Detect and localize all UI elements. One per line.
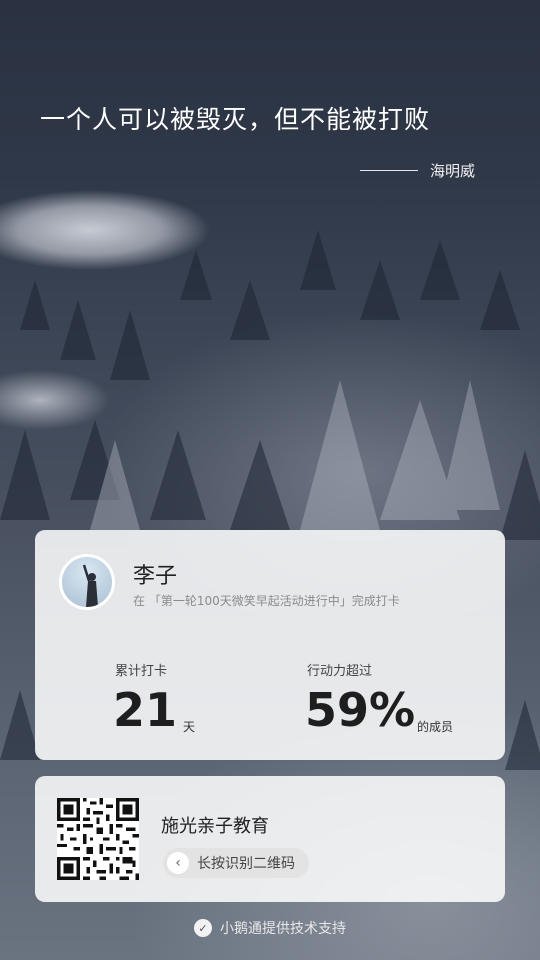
user-checkin-description: 在 「第一轮100天微笑早起活动进行中」完成打卡 (133, 594, 400, 608)
action-percent-value: 59% (305, 683, 416, 737)
person-silhouette-icon (82, 564, 98, 607)
footer-text: 小鹅通提供技术支持 (220, 921, 346, 937)
attribution-dash (360, 170, 418, 171)
xiaoe-logo-icon: ✓ (194, 919, 212, 937)
user-name: 李子 (133, 564, 178, 589)
org-card: 施光亲子教育 ‹ 长按识别二维码 (35, 776, 505, 902)
checkin-total-value: 21 (113, 683, 178, 737)
qr-hint-text: 长按识别二维码 (197, 856, 295, 872)
avatar[interactable] (59, 554, 115, 610)
action-percent-unit: 的成员 (417, 720, 454, 734)
quote-author: 海明威 (430, 162, 476, 180)
checkin-total-label: 累计打卡 (115, 664, 168, 679)
qr-hint-pill[interactable]: ‹ 长按识别二维码 (163, 848, 309, 878)
qr-code-icon[interactable] (57, 798, 139, 880)
checkin-total-unit: 天 (183, 720, 196, 734)
footer: ✓ 小鹅通提供技术支持 (0, 918, 540, 938)
checkin-card: 李子 在 「第一轮100天微笑早起活动进行中」完成打卡 累计打卡 21 天 行动… (35, 530, 505, 760)
quote-attribution: 海明威 (360, 160, 475, 181)
org-name: 施光亲子教育 (161, 816, 269, 837)
quote-text: 一个人可以被毁灭，但不能被打败 (40, 105, 431, 134)
action-label: 行动力超过 (307, 664, 373, 679)
chevron-left-icon: ‹ (167, 852, 189, 874)
